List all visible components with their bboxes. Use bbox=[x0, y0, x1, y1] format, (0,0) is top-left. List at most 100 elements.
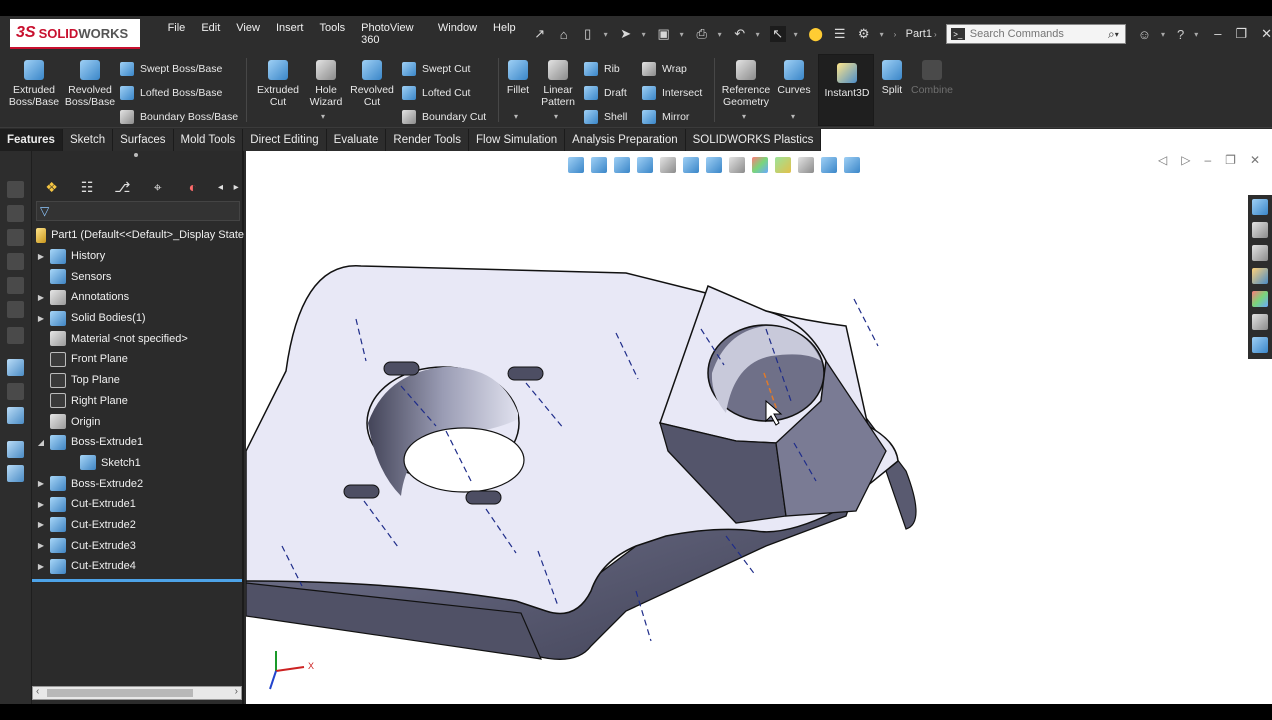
chevron-down-icon[interactable]: ▾ bbox=[680, 30, 686, 39]
traffic-light-icon[interactable]: ⬤ bbox=[808, 26, 824, 42]
new-document-icon[interactable]: ▯ bbox=[580, 26, 596, 42]
split-button[interactable]: Split bbox=[876, 60, 908, 96]
view-tool-icon[interactable] bbox=[7, 465, 24, 482]
tree-item-sensors[interactable]: Sensors bbox=[32, 266, 244, 287]
file-explorer-icon[interactable] bbox=[1252, 245, 1268, 261]
linear-pattern-button[interactable]: Linear Pattern bbox=[532, 60, 584, 108]
custom-properties-icon[interactable] bbox=[1252, 314, 1268, 330]
menu-view[interactable]: View bbox=[228, 22, 268, 46]
draft-button[interactable]: Draft bbox=[584, 84, 627, 102]
sketch-tool-icon[interactable] bbox=[7, 327, 24, 344]
solidworks-forum-icon[interactable] bbox=[1252, 337, 1268, 353]
tree-item-origin[interactable]: Origin bbox=[32, 411, 244, 432]
tree-item-boss-extrude2[interactable]: ▶ Boss-Extrude2 bbox=[32, 473, 244, 494]
chevron-down-icon[interactable]: ▾ bbox=[1161, 30, 1167, 39]
expand-arrow-icon[interactable]: ▶ bbox=[36, 541, 46, 550]
minimize-icon[interactable]: – bbox=[1214, 26, 1221, 42]
tree-item-cut-extrude2[interactable]: ▶ Cut-Extrude2 bbox=[32, 515, 244, 536]
chevron-down-icon[interactable]: ▾ bbox=[718, 30, 724, 39]
chevron-left-icon[interactable]: ◂ bbox=[213, 177, 229, 197]
scroll-right-icon[interactable]: › bbox=[235, 686, 238, 697]
more-icon[interactable]: › bbox=[894, 30, 900, 39]
tab-solidworks-plastics[interactable]: SOLIDWORKS Plastics bbox=[686, 129, 822, 151]
hole-wizard-button[interactable]: Hole Wizard bbox=[300, 60, 352, 108]
chevron-down-icon[interactable]: ▾ bbox=[742, 112, 746, 121]
solidworks-resources-icon[interactable] bbox=[1252, 199, 1268, 215]
scrollbar-thumb[interactable] bbox=[47, 689, 193, 697]
tab-sketch[interactable]: Sketch bbox=[63, 129, 114, 151]
close-icon[interactable]: ✕ bbox=[1261, 26, 1272, 42]
rollback-bar[interactable] bbox=[32, 579, 242, 582]
menu-file[interactable]: File bbox=[160, 22, 194, 46]
sketch-tool-icon[interactable] bbox=[7, 229, 24, 246]
tree-filter-icon[interactable]: ▽ bbox=[36, 201, 240, 221]
lofted-boss-button[interactable]: Lofted Boss/Base bbox=[120, 84, 222, 102]
user-icon[interactable]: ☺ bbox=[1138, 27, 1151, 42]
chevron-right-icon[interactable]: ▸ bbox=[228, 177, 244, 197]
home-icon[interactable]: ⌂ bbox=[556, 26, 572, 42]
reference-geometry-button[interactable]: Reference Geometry bbox=[718, 60, 774, 108]
wrap-button[interactable]: Wrap bbox=[642, 60, 687, 78]
gear-icon[interactable]: ⚙ bbox=[856, 26, 872, 42]
expand-arrow-icon[interactable]: ▶ bbox=[36, 479, 46, 488]
expanded-arrow-icon[interactable]: ◢ bbox=[36, 438, 46, 447]
expand-arrow-icon[interactable]: ▶ bbox=[36, 520, 46, 529]
tree-item-cut-extrude3[interactable]: ▶ Cut-Extrude3 bbox=[32, 535, 244, 556]
revolved-cut-button[interactable]: Revolved Cut bbox=[346, 60, 398, 108]
chevron-down-icon[interactable]: ▾ bbox=[1115, 30, 1121, 39]
tree-item-right-plane[interactable]: Right Plane bbox=[32, 391, 244, 412]
file-properties-icon[interactable]: ☰ bbox=[832, 26, 848, 42]
curves-button[interactable]: Curves bbox=[768, 60, 820, 96]
view-tool-icon[interactable] bbox=[7, 383, 24, 400]
menu-edit[interactable]: Edit bbox=[193, 22, 228, 46]
display-manager-tab-icon[interactable]: ◐ bbox=[177, 177, 208, 197]
tab-evaluate[interactable]: Evaluate bbox=[327, 129, 387, 151]
search-icon[interactable]: ⌕ bbox=[1108, 27, 1115, 42]
print-icon[interactable]: ⎙ bbox=[694, 26, 710, 42]
tree-item-cut-extrude4[interactable]: ▶ Cut-Extrude4 bbox=[32, 556, 244, 577]
chevron-down-icon[interactable]: ▾ bbox=[604, 30, 610, 39]
sketch-tool-icon[interactable] bbox=[7, 277, 24, 294]
menu-tools[interactable]: Tools bbox=[311, 22, 353, 46]
sketch-tool-icon[interactable] bbox=[7, 301, 24, 318]
undo-icon[interactable]: ↶ bbox=[732, 26, 748, 42]
configuration-manager-tab-icon[interactable]: ⎇ bbox=[107, 177, 138, 197]
search-input[interactable] bbox=[969, 28, 1100, 40]
expand-arrow-icon[interactable]: ▶ bbox=[36, 293, 46, 302]
chevron-down-icon[interactable]: ▾ bbox=[756, 30, 762, 39]
tree-item-sketch1[interactable]: Sketch1 bbox=[32, 453, 244, 474]
tree-item-annotations[interactable]: ▶ Annotations bbox=[32, 287, 244, 308]
search-commands-box[interactable]: >_ ⌕ ▾ bbox=[945, 24, 1126, 44]
expand-arrow-icon[interactable]: ▶ bbox=[36, 314, 46, 323]
extruded-cut-button[interactable]: Extruded Cut bbox=[252, 60, 304, 108]
solidworks-logo[interactable]: 3S SOLID WORKS bbox=[10, 19, 140, 49]
tree-item-top-plane[interactable]: Top Plane bbox=[32, 370, 244, 391]
tab-render-tools[interactable]: Render Tools bbox=[386, 129, 469, 151]
swept-cut-button[interactable]: Swept Cut bbox=[402, 60, 470, 78]
tree-root-part[interactable]: Part1 (Default<<Default>_Display State bbox=[32, 225, 244, 246]
shell-button[interactable]: Shell bbox=[584, 108, 627, 126]
intersect-button[interactable]: Intersect bbox=[642, 84, 702, 102]
pin-icon[interactable]: ↗ bbox=[532, 26, 548, 42]
open-icon[interactable]: ➤ bbox=[618, 26, 634, 42]
sketch-tool-icon[interactable] bbox=[7, 205, 24, 222]
instant3d-button[interactable]: Instant3D bbox=[818, 54, 874, 126]
chevron-down-icon[interactable]: ▾ bbox=[1194, 30, 1200, 39]
sketch-tool-icon[interactable] bbox=[7, 253, 24, 270]
tab-analysis-preparation[interactable]: Analysis Preparation bbox=[565, 129, 686, 151]
chevron-down-icon[interactable]: ▾ bbox=[880, 30, 886, 39]
chevron-down-icon[interactable]: ▾ bbox=[642, 30, 648, 39]
graphics-area[interactable]: ◁ ▷ – ❐ ✕ X bbox=[246, 151, 1272, 704]
chevron-down-icon[interactable]: ▾ bbox=[794, 30, 800, 39]
view-tool-icon[interactable] bbox=[7, 441, 24, 458]
tree-item-front-plane[interactable]: Front Plane bbox=[32, 349, 244, 370]
tab-surfaces[interactable]: Surfaces bbox=[113, 129, 174, 151]
view-tool-icon[interactable] bbox=[7, 359, 24, 376]
expand-arrow-icon[interactable]: ▶ bbox=[36, 562, 46, 571]
rib-button[interactable]: Rib bbox=[584, 60, 620, 78]
boundary-boss-button[interactable]: Boundary Boss/Base bbox=[120, 108, 238, 126]
save-icon[interactable]: ▣ bbox=[656, 26, 672, 42]
chevron-right-icon[interactable]: › bbox=[934, 30, 940, 39]
expand-arrow-icon[interactable]: ▶ bbox=[36, 500, 46, 509]
tree-item-boss-extrude1[interactable]: ◢ Boss-Extrude1 bbox=[32, 432, 244, 453]
